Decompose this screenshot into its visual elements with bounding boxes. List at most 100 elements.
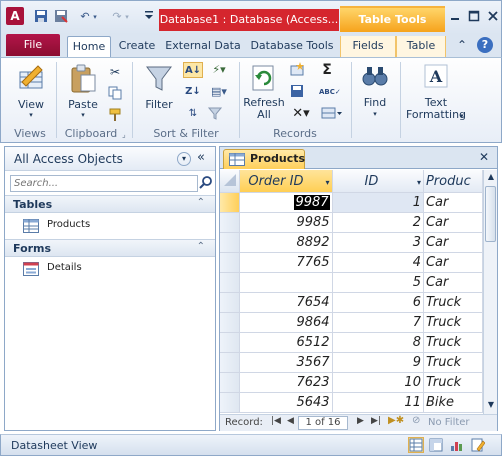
table-row[interactable]: 7623 10 Truck	[220, 372, 483, 393]
cell-id[interactable]: 2	[332, 212, 424, 233]
datasheet-view-icon[interactable]	[408, 437, 424, 453]
view-button[interactable]: View ▾	[9, 62, 53, 119]
record-selector[interactable]	[220, 232, 241, 253]
selection-filter-icon[interactable]: ⚡▾	[207, 62, 231, 78]
column-dropdown-icon[interactable]: ▾	[417, 174, 421, 187]
tab-create[interactable]: Create	[117, 36, 157, 57]
delete-record-icon[interactable]: ✕▾	[289, 106, 313, 122]
column-header-product[interactable]: Produc	[423, 170, 483, 193]
tab-file[interactable]: File	[6, 34, 60, 56]
cell-order-id[interactable]: 9987	[239, 192, 333, 213]
cell-product[interactable]: Truck	[423, 292, 483, 313]
cell-order-id[interactable]: 9864	[239, 312, 333, 333]
remove-sort-icon[interactable]: ⇅	[183, 106, 203, 122]
record-selector[interactable]	[220, 392, 241, 413]
collapse-group-icon[interactable]: ⌃	[197, 197, 205, 208]
cell-id[interactable]: 1	[332, 192, 424, 213]
last-record-icon[interactable]: ▶|	[371, 416, 381, 426]
search-icon[interactable]	[199, 175, 213, 191]
cell-product[interactable]: Truck	[423, 332, 483, 353]
record-selector[interactable]	[220, 352, 241, 373]
more-records-icon[interactable]	[319, 106, 345, 122]
record-selector[interactable]	[220, 312, 241, 333]
minimize-icon[interactable]	[447, 10, 463, 24]
scrollbar-thumb[interactable]	[485, 186, 496, 242]
cell-product[interactable]: Truck	[423, 312, 483, 333]
paste-button[interactable]: Paste ▾	[63, 62, 103, 119]
cell-id[interactable]: 6	[332, 292, 424, 313]
tab-database-tools[interactable]: Database Tools	[249, 36, 335, 57]
table-row[interactable]: 5 Car	[220, 272, 483, 293]
tab-fields[interactable]: Fields	[340, 36, 396, 57]
cell-order-id[interactable]: 7654	[239, 292, 333, 313]
access-app-icon[interactable]: A	[6, 7, 24, 25]
collapse-group-icon[interactable]: ⌃	[197, 241, 205, 252]
tab-home[interactable]: Home	[67, 36, 111, 57]
cell-product[interactable]: Car	[423, 252, 483, 273]
vertical-scrollbar[interactable]: ▲ ▼	[483, 170, 497, 414]
column-header-order-id[interactable]: Order ID ▾	[239, 170, 333, 193]
next-record-icon[interactable]: ▶	[357, 416, 364, 426]
record-selector[interactable]	[220, 252, 241, 273]
previous-record-icon[interactable]: ◀	[287, 416, 294, 426]
nav-group-tables[interactable]: Tables ⌃	[5, 195, 215, 213]
table-row[interactable]: 6512 8 Truck	[220, 332, 483, 353]
cell-order-id[interactable]: 5643	[239, 392, 333, 413]
format-painter-icon[interactable]	[107, 108, 123, 124]
totals-icon[interactable]: Σ	[319, 62, 335, 78]
record-selector[interactable]	[220, 332, 241, 353]
table-row[interactable]: 9985 2 Car	[220, 212, 483, 233]
advanced-filter-icon[interactable]: ▤▾	[207, 84, 231, 100]
cell-order-id[interactable]: 3567	[239, 352, 333, 373]
cell-order-id[interactable]: 6512	[239, 332, 333, 353]
customize-qat-icon[interactable]	[143, 9, 155, 25]
new-blank-record-icon[interactable]: ▶✱	[388, 415, 404, 426]
cell-product[interactable]: Truck	[423, 352, 483, 373]
record-selector[interactable]	[220, 212, 241, 233]
nav-search-input[interactable]	[10, 175, 198, 192]
pivot-table-view-icon[interactable]	[429, 438, 445, 454]
clipboard-launcher-icon[interactable]: ⌟	[122, 130, 126, 139]
spelling-icon[interactable]: ABC✓	[319, 84, 341, 100]
shutter-bar-close-icon[interactable]: «	[197, 150, 205, 165]
cell-id[interactable]: 9	[332, 352, 424, 373]
nav-pane-header[interactable]: All Access Objects ▾ «	[5, 147, 215, 171]
cell-id[interactable]: 5	[332, 272, 424, 293]
refresh-all-button[interactable]: Refresh All	[243, 62, 285, 120]
save-icon[interactable]	[33, 9, 49, 25]
maximize-icon[interactable]	[466, 10, 482, 24]
scroll-up-arrow-icon[interactable]: ▲	[485, 172, 497, 184]
tab-external-data[interactable]: External Data	[165, 36, 241, 57]
cell-order-id[interactable]: 7765	[239, 252, 333, 273]
cell-order-id[interactable]: 9985	[239, 212, 333, 233]
save-as-icon[interactable]	[53, 9, 69, 25]
filter-status[interactable]: No Filter	[428, 417, 470, 428]
redo-dropdown-icon[interactable]: ▾	[123, 9, 131, 25]
close-document-icon[interactable]: ✕	[479, 150, 489, 164]
table-row[interactable]: 8892 3 Car	[220, 232, 483, 253]
column-dropdown-icon[interactable]: ▾	[326, 174, 330, 187]
save-record-icon[interactable]	[289, 84, 305, 100]
cut-icon[interactable]: ✂	[107, 64, 123, 80]
column-header-id[interactable]: ID ▾	[332, 170, 424, 193]
cell-product[interactable]: Bike	[423, 392, 483, 413]
close-window-icon[interactable]	[485, 10, 501, 24]
filter-button[interactable]: Filter	[139, 62, 179, 111]
cell-product[interactable]: Truck	[423, 372, 483, 393]
new-record-icon[interactable]	[289, 62, 305, 78]
tab-table[interactable]: Table	[396, 36, 446, 57]
undo-dropdown-icon[interactable]: ▾	[91, 9, 99, 25]
pivot-chart-view-icon[interactable]	[449, 438, 465, 454]
first-record-icon[interactable]: |◀	[271, 416, 281, 426]
copy-icon[interactable]	[107, 86, 123, 102]
nav-item-products-table[interactable]: Products	[17, 217, 207, 235]
sort-ascending-icon[interactable]: A↓	[183, 62, 203, 78]
nav-group-forms[interactable]: Forms ⌃	[5, 239, 215, 257]
record-selector[interactable]	[220, 372, 241, 393]
find-button[interactable]: Find ▾	[355, 62, 395, 119]
table-row[interactable]: 9864 7 Truck	[220, 312, 483, 333]
cell-id[interactable]: 3	[332, 232, 424, 253]
cell-order-id[interactable]: 7623	[239, 372, 333, 393]
select-all-cell[interactable]	[220, 170, 241, 193]
record-selector[interactable]	[220, 292, 241, 313]
